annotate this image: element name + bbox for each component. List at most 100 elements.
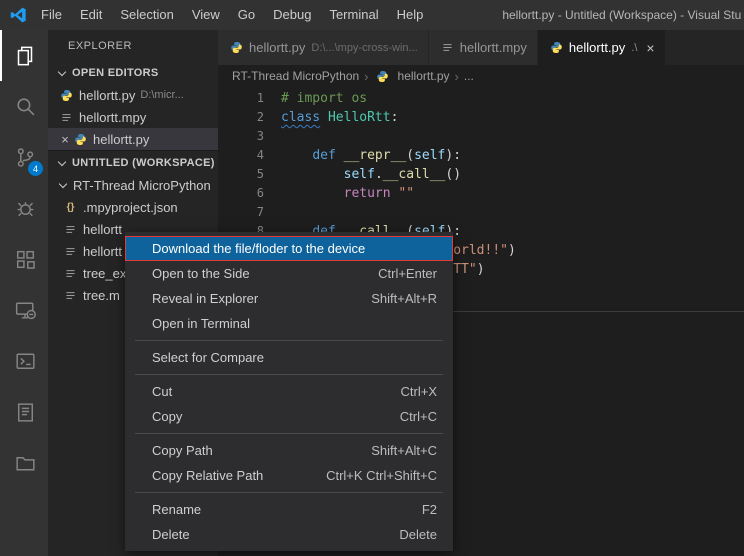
context-menu-item[interactable]: Download the file/floder to the device bbox=[125, 236, 453, 261]
breadcrumb-label: ... bbox=[464, 69, 474, 83]
source-control-icon[interactable]: 4 bbox=[0, 132, 48, 183]
mpy-file-icon bbox=[439, 41, 456, 54]
python-file-icon bbox=[548, 41, 565, 54]
explorer-icon[interactable] bbox=[0, 30, 48, 81]
tab-label: hellortt.py bbox=[249, 40, 305, 55]
context-menu-item[interactable]: Select for Compare bbox=[125, 345, 453, 370]
open-editor-item[interactable]: hellortt.py D:\micr... bbox=[48, 84, 218, 106]
menu-shortcut: Ctrl+X bbox=[401, 384, 437, 399]
context-menu: Download the file/floder to the device Op… bbox=[125, 232, 453, 551]
editor-tab[interactable]: hellortt.py D:\...\mpy-cross-win... bbox=[218, 30, 429, 65]
search-icon[interactable] bbox=[0, 81, 48, 132]
activity-bar: 4 bbox=[0, 30, 48, 556]
file-label: tree_ex bbox=[83, 266, 126, 281]
debug-icon[interactable] bbox=[0, 183, 48, 234]
code-text: self.__call__() bbox=[281, 165, 461, 184]
context-menu-item[interactable]: RenameF2 bbox=[125, 497, 453, 522]
tab-detail: D:\...\mpy-cross-win... bbox=[311, 42, 417, 54]
code-line: 2class HelloRtt: bbox=[218, 108, 744, 127]
open-editor-item[interactable]: hellortt.mpy bbox=[48, 106, 218, 128]
menu-item-label: Open in Terminal bbox=[152, 316, 250, 331]
context-menu-item[interactable]: DeleteDelete bbox=[125, 522, 453, 547]
line-number: 1 bbox=[218, 89, 281, 108]
breadcrumb-label: RT-Thread MicroPython bbox=[232, 69, 359, 83]
line-number: 3 bbox=[218, 127, 281, 146]
menu-shortcut: Ctrl+Enter bbox=[378, 266, 437, 281]
code-token bbox=[336, 148, 344, 163]
menu-item-label: Copy bbox=[152, 409, 182, 424]
code-token: () bbox=[445, 167, 461, 182]
code-token: . bbox=[375, 167, 383, 182]
menu-item-label: Download the file/floder to the device bbox=[152, 241, 365, 256]
chevron-down-icon bbox=[59, 180, 67, 188]
code-token bbox=[281, 148, 312, 163]
device-icon[interactable] bbox=[0, 285, 48, 336]
file-detail: D:\micr... bbox=[140, 89, 183, 101]
chevron-down-icon bbox=[58, 157, 66, 165]
menubar-item-selection[interactable]: Selection bbox=[111, 0, 182, 30]
workspace-header[interactable]: UNTITLED (WORKSPACE) bbox=[48, 150, 218, 174]
menu-shortcut: F2 bbox=[422, 502, 437, 517]
code-line: 5 self.__call__() bbox=[218, 165, 744, 184]
menu-shortcut: Ctrl+C bbox=[400, 409, 437, 424]
editor-tab[interactable]: hellortt.py.\× bbox=[538, 30, 666, 65]
badge: 4 bbox=[28, 161, 43, 176]
open-editors-list: hellortt.pyD:\micr...hellortt.mpy×hellor… bbox=[48, 84, 218, 150]
open-editor-item[interactable]: ×hellortt.py bbox=[48, 128, 218, 150]
context-menu-item[interactable]: Copy Ctrl+C bbox=[125, 404, 453, 429]
code-token: : bbox=[391, 110, 399, 125]
tree-folder-row[interactable]: RT-Thread MicroPython bbox=[48, 174, 218, 196]
menu-item-label: Open to the Side bbox=[152, 266, 250, 281]
extensions-icon[interactable] bbox=[0, 234, 48, 285]
line-number: 7 bbox=[218, 203, 281, 222]
menu-bar: FileEditSelectionViewGoDebugTerminalHelp bbox=[32, 0, 432, 30]
vscode-window: FileEditSelectionViewGoDebugTerminalHelp… bbox=[0, 0, 744, 556]
menu-shortcut: Ctrl+K Ctrl+Shift+C bbox=[326, 468, 437, 483]
code-token: ( bbox=[406, 148, 414, 163]
file-label: tree.m bbox=[83, 288, 120, 303]
code-token: __call__ bbox=[383, 167, 446, 182]
close-icon[interactable]: × bbox=[58, 132, 72, 147]
menubar-item-view[interactable]: View bbox=[183, 0, 229, 30]
context-menu-item[interactable]: Copy Relative PathCtrl+K Ctrl+Shift+C bbox=[125, 463, 453, 488]
menu-item-label: Cut bbox=[152, 384, 172, 399]
chevron-down-icon bbox=[58, 68, 66, 76]
menubar-item-file[interactable]: File bbox=[32, 0, 71, 30]
close-icon[interactable]: × bbox=[646, 40, 654, 56]
context-menu-item[interactable]: Open in Terminal bbox=[125, 311, 453, 336]
code-line: 3 bbox=[218, 127, 744, 146]
menubar-item-help[interactable]: Help bbox=[388, 0, 433, 30]
workspace-label: UNTITLED (WORKSPACE) bbox=[72, 157, 215, 169]
breadcrumb-label: hellortt.py bbox=[398, 69, 450, 83]
terminal-icon[interactable] bbox=[0, 336, 48, 387]
folder-icon[interactable] bbox=[0, 438, 48, 489]
menubar-item-debug[interactable]: Debug bbox=[264, 0, 320, 30]
open-editors-label: OPEN EDITORS bbox=[72, 67, 159, 79]
window-title: hellortt.py - Untitled (Workspace) - Vis… bbox=[432, 8, 744, 22]
breadcrumb-item[interactable]: RT-Thread MicroPython bbox=[232, 69, 359, 83]
context-menu-item[interactable]: Cut Ctrl+X bbox=[125, 379, 453, 404]
context-menu-item[interactable]: Reveal in ExplorerShift+Alt+R bbox=[125, 286, 453, 311]
context-menu-item[interactable]: Copy PathShift+Alt+C bbox=[125, 438, 453, 463]
menu-item-label: Copy Path bbox=[152, 443, 213, 458]
code-token: def bbox=[312, 148, 335, 163]
code-token bbox=[281, 186, 344, 201]
context-menu-item[interactable]: Open to the Side Ctrl+Enter bbox=[125, 261, 453, 286]
code-token: HelloRtt bbox=[328, 110, 391, 125]
folder-label: RT-Thread MicroPython bbox=[73, 178, 211, 193]
tree-item[interactable]: {}.mpyproject.json bbox=[48, 196, 218, 218]
code-token: class bbox=[281, 110, 320, 125]
code-token: ) bbox=[477, 262, 485, 277]
menubar-item-edit[interactable]: Edit bbox=[71, 0, 111, 30]
tab-label: hellortt.py bbox=[569, 40, 625, 55]
breadcrumb-item[interactable]: ... bbox=[464, 69, 474, 83]
code-line: 4 def __repr__(self): bbox=[218, 146, 744, 165]
output-icon[interactable] bbox=[0, 387, 48, 438]
breadcrumb-item[interactable]: hellortt.py bbox=[374, 69, 450, 83]
menu-shortcut: Shift+Alt+R bbox=[371, 291, 437, 306]
file-label: hellortt.py bbox=[79, 88, 135, 103]
menubar-item-go[interactable]: Go bbox=[229, 0, 264, 30]
editor-tab[interactable]: hellortt.mpy bbox=[429, 30, 538, 65]
menubar-item-terminal[interactable]: Terminal bbox=[320, 0, 387, 30]
open-editors-header[interactable]: OPEN EDITORS bbox=[48, 62, 218, 84]
